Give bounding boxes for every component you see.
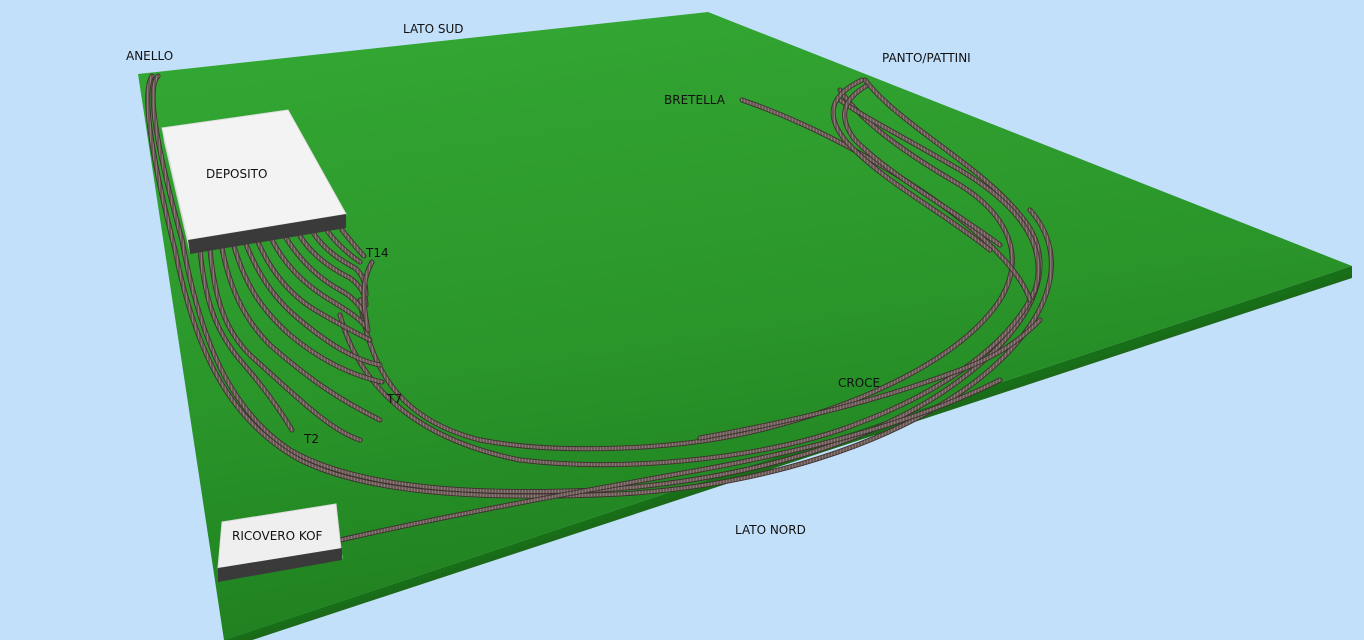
label-t7: T7 [387, 392, 402, 406]
label-ricovero-kof: RICOVERO KOF [232, 529, 323, 543]
label-t2: T2 [304, 432, 319, 446]
label-croce: CROCE [838, 376, 881, 390]
label-anello: ANELLO [126, 49, 174, 63]
label-deposito: DEPOSITO [206, 167, 268, 181]
label-lato-nord: LATO NORD [735, 523, 806, 537]
label-panto-pattini: PANTO/PATTINI [882, 51, 971, 65]
3d-layout-viewport[interactable]: LATO SUD ANELLO PANTO/PATTINI BRETELLA D… [0, 0, 1364, 640]
label-bretella: BRETELLA [664, 93, 725, 107]
label-lato-sud: LATO SUD [403, 22, 464, 36]
label-t14: T14 [366, 246, 389, 260]
